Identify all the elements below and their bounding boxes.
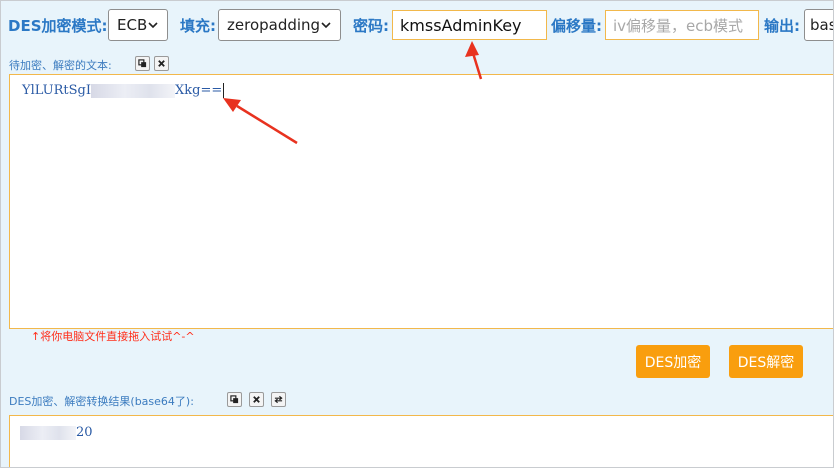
- mode-label: DES加密模式:: [8, 17, 108, 35]
- chevron-down-icon: [148, 22, 158, 29]
- chevron-down-icon: [321, 22, 331, 29]
- clear-result-button[interactable]: [249, 392, 264, 407]
- mode-select[interactable]: ECB: [108, 9, 168, 41]
- swap-button[interactable]: [271, 392, 286, 407]
- clear-input-button[interactable]: [154, 56, 169, 71]
- input-text-label: 待加密、解密的文本:: [9, 59, 112, 72]
- copy-icon: [138, 59, 147, 68]
- input-text-suffix: Xkg==: [175, 83, 223, 98]
- result-text-suffix: 20: [76, 425, 93, 440]
- padding-select-value: zeropadding: [227, 16, 321, 34]
- mode-select-value: ECB: [117, 16, 148, 34]
- iv-input[interactable]: iv偏移量，ecb模式: [605, 10, 759, 40]
- swap-icon: [274, 395, 283, 404]
- output-select[interactable]: bas: [804, 9, 834, 41]
- output-label: 输出:: [764, 17, 800, 35]
- input-text-content: YlLURtSgI Xkg==: [22, 83, 225, 98]
- des-decrypt-button[interactable]: DES解密: [729, 345, 803, 378]
- redacted-region: [20, 425, 76, 440]
- output-select-value: bas: [810, 16, 834, 34]
- input-textarea[interactable]: YlLURtSgI Xkg==: [9, 74, 833, 329]
- result-textarea[interactable]: 20: [9, 415, 833, 467]
- result-label: DES加密、解密转换结果(base64了):: [9, 395, 194, 408]
- key-label: 密码:: [353, 17, 389, 35]
- clear-icon: [158, 60, 165, 67]
- des-encrypt-button[interactable]: DES加密: [636, 345, 710, 378]
- des-tool-panel: DES加密模式: ECB 填充: zeropadding 密码: kmssAdm…: [0, 0, 834, 468]
- redacted-region: [91, 83, 175, 98]
- iv-label: 偏移量:: [551, 17, 602, 35]
- text-caret: [223, 83, 225, 98]
- result-text-content: 20: [20, 425, 93, 440]
- clear-icon: [253, 396, 260, 403]
- toolbar: DES加密模式: ECB 填充: zeropadding 密码: kmssAdm…: [1, 1, 834, 49]
- copy-input-button[interactable]: [135, 56, 150, 71]
- iv-input-placeholder: iv偏移量，ecb模式: [613, 16, 744, 35]
- key-input-value: kmssAdminKey: [400, 15, 522, 35]
- padding-label: 填充:: [180, 17, 216, 35]
- copy-icon: [230, 395, 239, 404]
- copy-result-button[interactable]: [227, 392, 242, 407]
- padding-select[interactable]: zeropadding: [218, 9, 341, 41]
- drag-drop-hint: ↑将你电脑文件直接拖入试试^-^: [31, 330, 195, 343]
- key-input[interactable]: kmssAdminKey: [392, 10, 547, 40]
- input-text-prefix: YlLURtSgI: [22, 83, 91, 98]
